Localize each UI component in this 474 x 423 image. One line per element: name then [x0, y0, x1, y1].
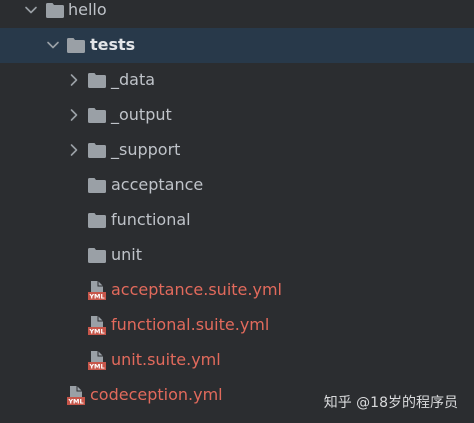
svg-text:YML: YML [88, 363, 104, 371]
chevron-right-icon[interactable] [67, 73, 81, 87]
tree-row-support[interactable]: _support [0, 133, 474, 168]
tree-row-hello[interactable]: hello [0, 0, 474, 28]
watermark: 知乎 @18岁的程序员 [323, 395, 458, 411]
tree-row-functional-suite-yml[interactable]: YML functional.suite.yml [0, 308, 474, 343]
tree-row-label: functional [111, 210, 191, 229]
tree-row-label: _support [111, 140, 181, 159]
tree-row-functional[interactable]: functional [0, 203, 474, 238]
tree-row-label: codeception.yml [90, 385, 223, 404]
tree-row-acceptance-suite-yml[interactable]: YML acceptance.suite.yml [0, 273, 474, 308]
tree-row-label: hello [68, 0, 107, 19]
tree-row-label: unit.suite.yml [111, 350, 221, 369]
tree-row-data[interactable]: _data [0, 63, 474, 98]
svg-text:YML: YML [88, 328, 104, 336]
yml-file-icon: YML [67, 386, 85, 406]
folder-icon [88, 178, 106, 193]
project-tree: hello tests _data _output _support accep… [0, 0, 474, 413]
folder-icon [67, 38, 85, 53]
tree-row-label: _data [111, 70, 156, 89]
tree-row-label: functional.suite.yml [111, 315, 270, 334]
tree-row-label: acceptance.suite.yml [111, 280, 282, 299]
svg-text:YML: YML [67, 398, 83, 406]
folder-icon [88, 213, 106, 228]
yml-file-icon: YML [88, 351, 106, 371]
tree-row-tests[interactable]: tests [0, 28, 474, 63]
folder-icon [88, 108, 106, 123]
tree-row-label: acceptance [111, 175, 204, 194]
svg-text:YML: YML [88, 293, 104, 301]
tree-row-output[interactable]: _output [0, 98, 474, 133]
tree-row-label: tests [90, 35, 136, 54]
tree-row-acceptance[interactable]: acceptance [0, 168, 474, 203]
yml-file-icon: YML [88, 281, 106, 301]
tree-row-label: _output [111, 105, 172, 124]
chevron-down-icon[interactable] [24, 3, 38, 17]
tree-row-label: unit [111, 245, 142, 264]
chevron-right-icon[interactable] [67, 108, 81, 122]
tree-row-unit-suite-yml[interactable]: YML unit.suite.yml [0, 343, 474, 378]
yml-file-icon: YML [88, 316, 106, 336]
folder-icon [88, 143, 106, 158]
tree-row-unit[interactable]: unit [0, 238, 474, 273]
folder-icon [46, 3, 64, 18]
chevron-right-icon[interactable] [67, 143, 81, 157]
folder-icon [88, 73, 106, 88]
folder-icon [88, 248, 106, 263]
chevron-down-icon[interactable] [46, 38, 60, 52]
